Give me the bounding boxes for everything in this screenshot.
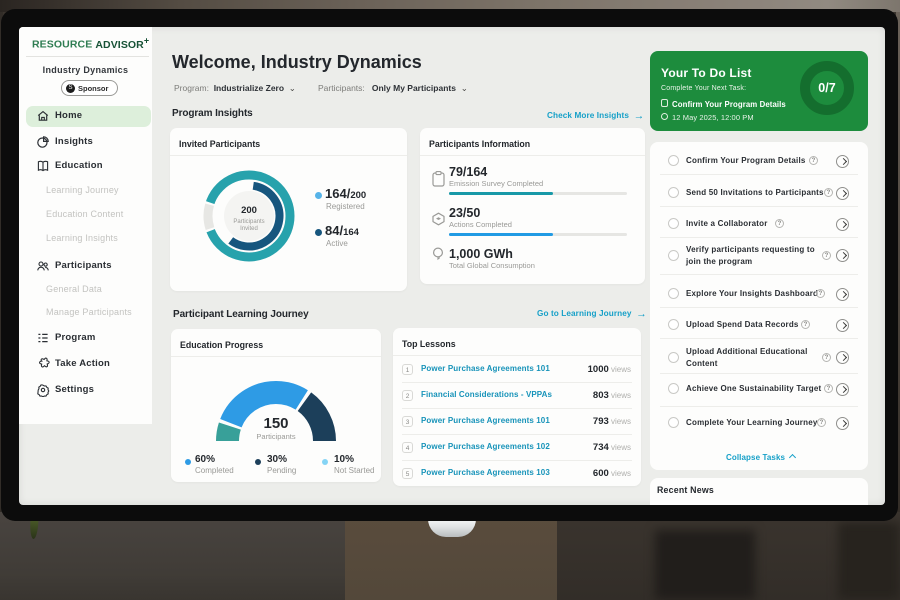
svg-text:Invited: Invited xyxy=(240,226,258,232)
svg-text:200: 200 xyxy=(241,205,257,216)
svg-text:Participants: Participants xyxy=(233,219,264,225)
